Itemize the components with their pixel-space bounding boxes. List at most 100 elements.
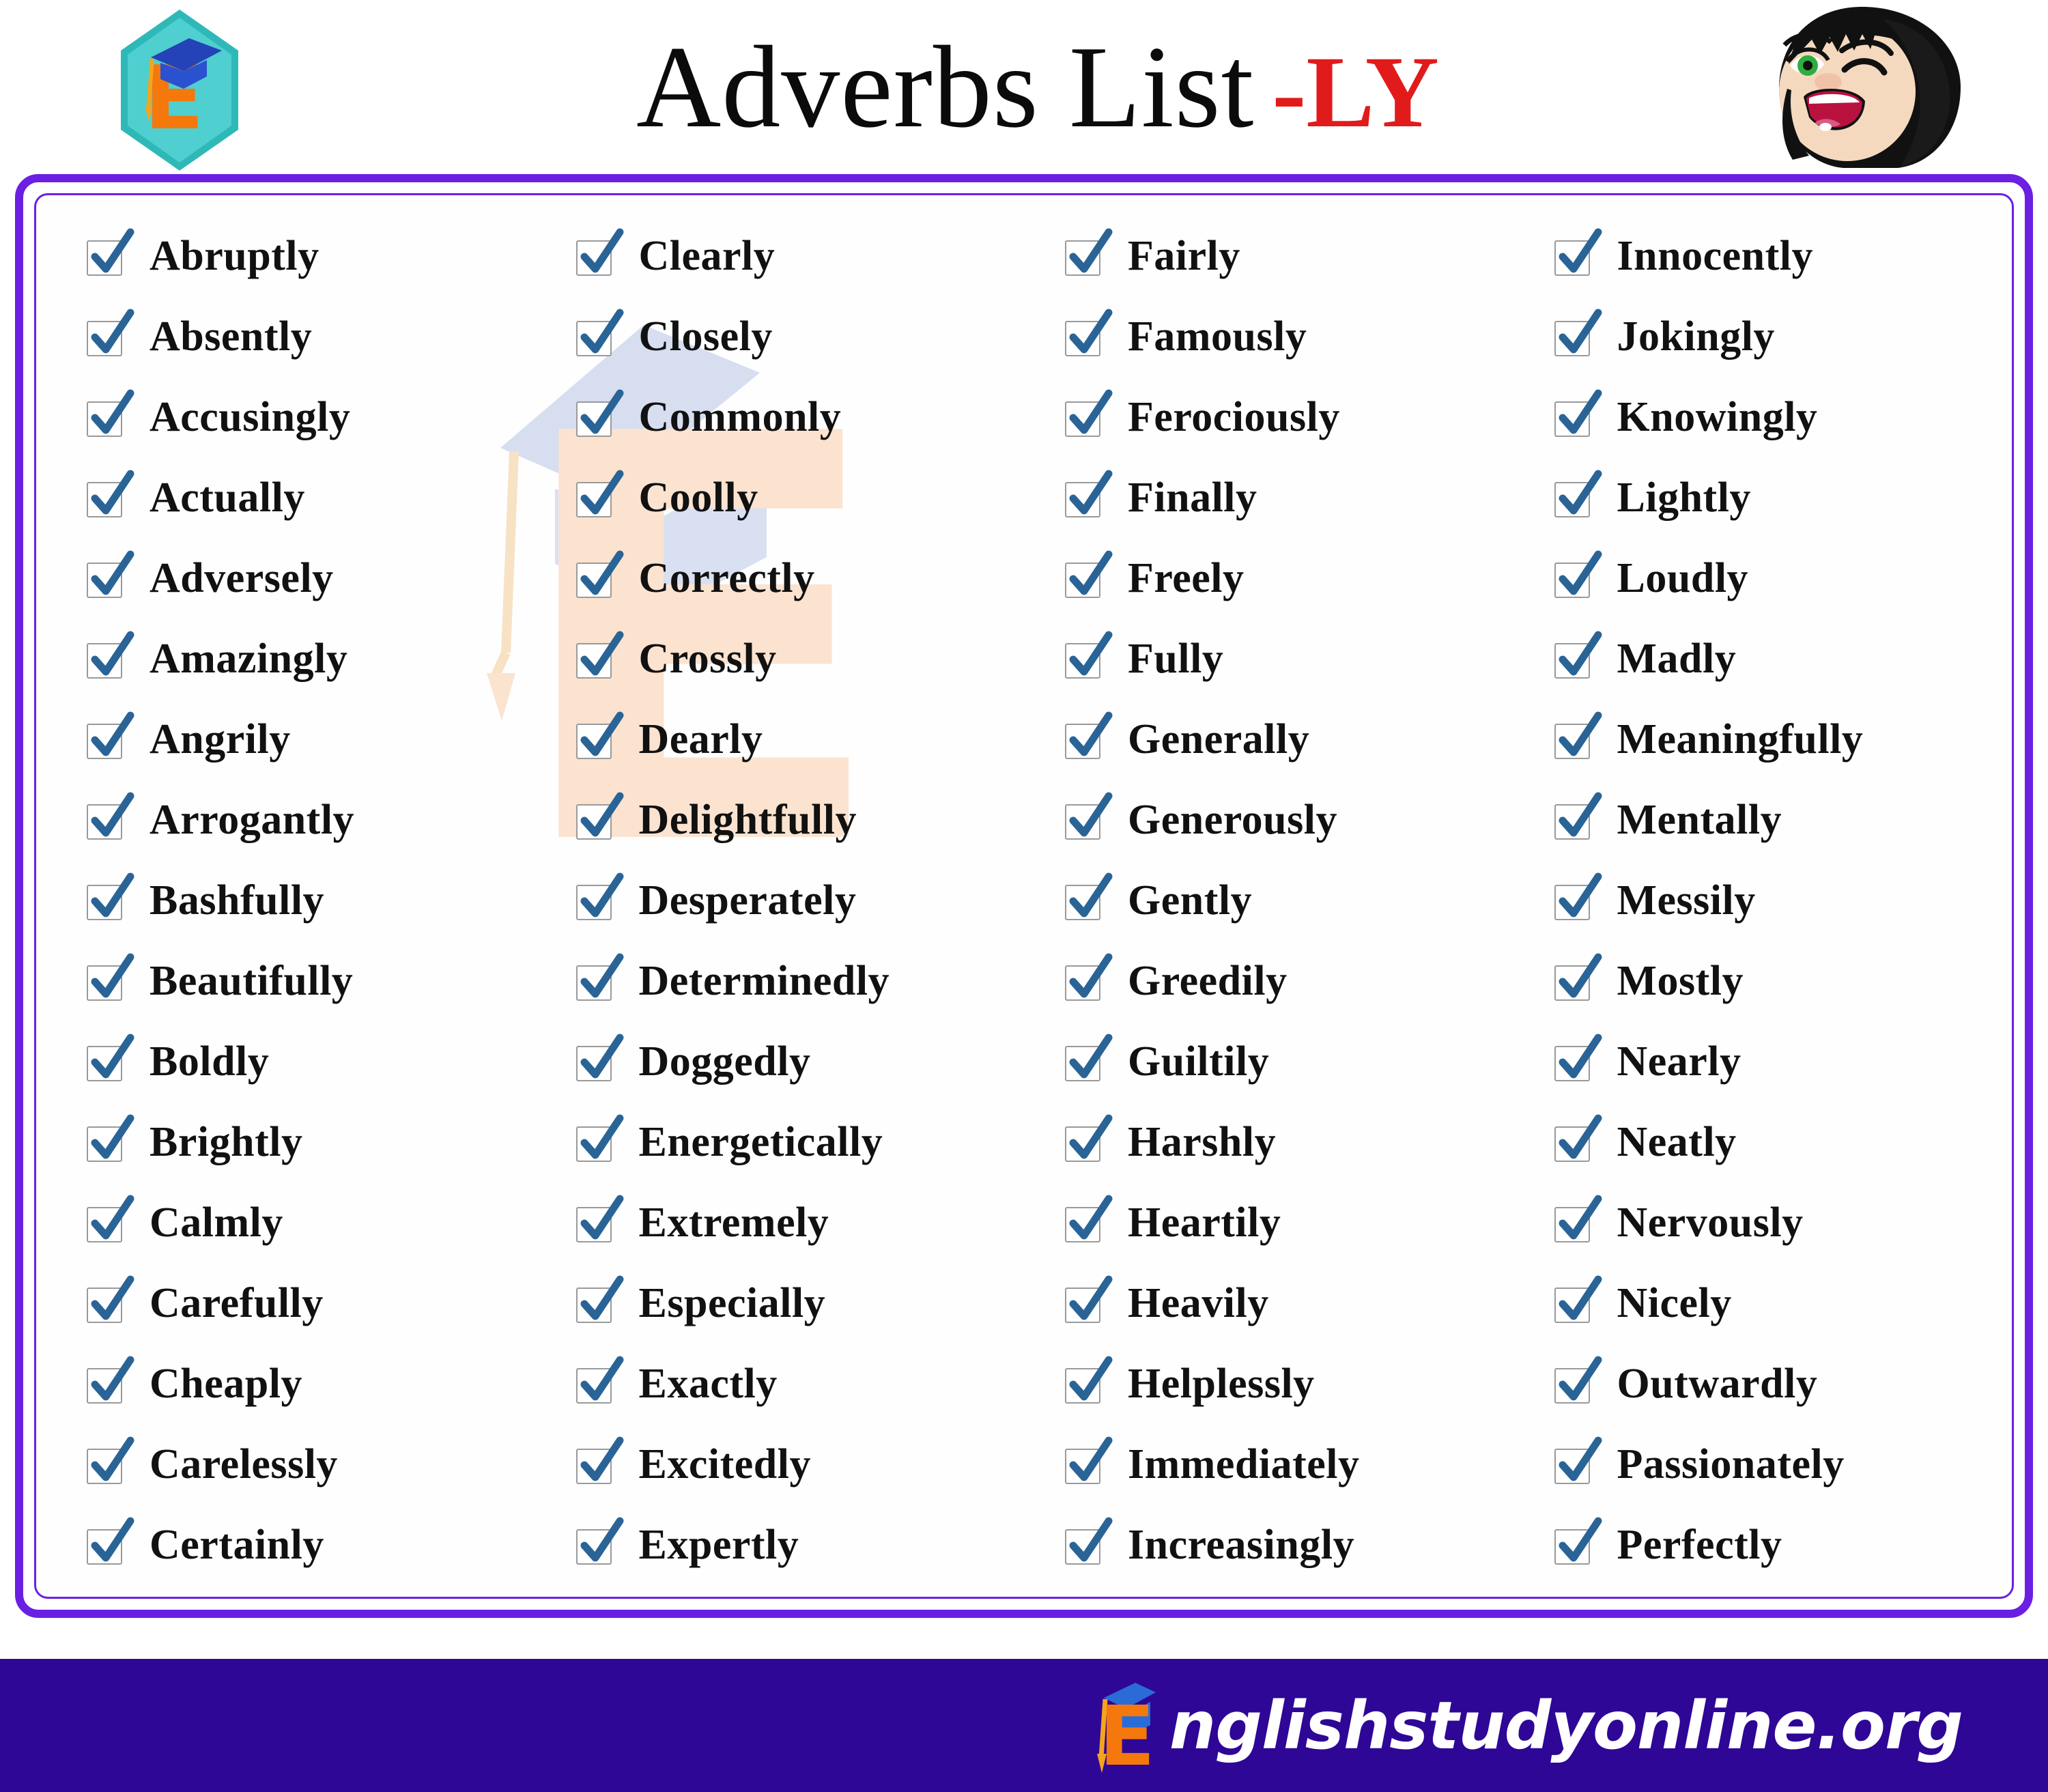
list-item[interactable]: Famously bbox=[1065, 296, 1523, 377]
checkbox-checked-icon[interactable] bbox=[87, 1517, 134, 1565]
list-item[interactable]: Arrogantly bbox=[87, 780, 545, 860]
checkbox-checked-icon[interactable] bbox=[87, 872, 134, 920]
list-item[interactable]: Increasingly bbox=[1065, 1505, 1523, 1585]
list-item[interactable]: Doggedly bbox=[575, 1021, 1034, 1102]
list-item[interactable]: Energetically bbox=[575, 1102, 1034, 1182]
checkbox-checked-icon[interactable] bbox=[575, 631, 623, 679]
checkbox-checked-icon[interactable] bbox=[87, 550, 134, 598]
checkbox-checked-icon[interactable] bbox=[1554, 792, 1602, 840]
list-item[interactable]: Extremely bbox=[575, 1182, 1034, 1263]
checkbox-checked-icon[interactable] bbox=[87, 1034, 134, 1081]
checkbox-checked-icon[interactable] bbox=[1065, 1275, 1113, 1323]
checkbox-checked-icon[interactable] bbox=[575, 1195, 623, 1242]
checkbox-checked-icon[interactable] bbox=[1554, 470, 1602, 517]
checkbox-checked-icon[interactable] bbox=[1554, 1034, 1602, 1081]
list-item[interactable]: Crossly bbox=[575, 618, 1034, 699]
checkbox-checked-icon[interactable] bbox=[1554, 550, 1602, 598]
list-item[interactable]: Delightfully bbox=[575, 780, 1034, 860]
list-item[interactable]: Generously bbox=[1065, 780, 1523, 860]
checkbox-checked-icon[interactable] bbox=[1554, 1356, 1602, 1404]
checkbox-checked-icon[interactable] bbox=[1554, 711, 1602, 759]
checkbox-checked-icon[interactable] bbox=[1065, 711, 1113, 759]
list-item[interactable]: Abruptly bbox=[87, 216, 545, 296]
list-item[interactable]: Fully bbox=[1065, 618, 1523, 699]
checkbox-checked-icon[interactable] bbox=[575, 1275, 623, 1323]
list-item[interactable]: Coolly bbox=[575, 457, 1034, 538]
list-item[interactable]: Outwardly bbox=[1554, 1343, 2013, 1424]
checkbox-checked-icon[interactable] bbox=[87, 792, 134, 840]
list-item[interactable]: Jokingly bbox=[1554, 296, 2013, 377]
list-item[interactable]: Knowingly bbox=[1554, 377, 2013, 457]
list-item[interactable]: Boldly bbox=[87, 1021, 545, 1102]
list-item[interactable]: Mentally bbox=[1554, 780, 2013, 860]
checkbox-checked-icon[interactable] bbox=[575, 550, 623, 598]
checkbox-checked-icon[interactable] bbox=[575, 309, 623, 356]
list-item[interactable]: Gently bbox=[1065, 860, 1523, 941]
list-item[interactable]: Madly bbox=[1554, 618, 2013, 699]
list-item[interactable]: Meaningfully bbox=[1554, 699, 2013, 780]
list-item[interactable]: Correctly bbox=[575, 538, 1034, 618]
list-item[interactable]: Absently bbox=[87, 296, 545, 377]
list-item[interactable]: Loudly bbox=[1554, 538, 2013, 618]
list-item[interactable]: Lightly bbox=[1554, 457, 2013, 538]
list-item[interactable]: Helplessly bbox=[1065, 1343, 1523, 1424]
checkbox-checked-icon[interactable] bbox=[575, 1517, 623, 1565]
checkbox-checked-icon[interactable] bbox=[1065, 1034, 1113, 1081]
checkbox-checked-icon[interactable] bbox=[575, 228, 623, 276]
checkbox-checked-icon[interactable] bbox=[575, 953, 623, 1001]
list-item[interactable]: Amazingly bbox=[87, 618, 545, 699]
checkbox-checked-icon[interactable] bbox=[1065, 631, 1113, 679]
checkbox-checked-icon[interactable] bbox=[87, 1114, 134, 1162]
checkbox-checked-icon[interactable] bbox=[1554, 1114, 1602, 1162]
list-item[interactable]: Angrily bbox=[87, 699, 545, 780]
checkbox-checked-icon[interactable] bbox=[575, 872, 623, 920]
checkbox-checked-icon[interactable] bbox=[87, 1436, 134, 1484]
list-item[interactable]: Nicely bbox=[1554, 1263, 2013, 1343]
list-item[interactable]: Heartily bbox=[1065, 1182, 1523, 1263]
checkbox-checked-icon[interactable] bbox=[1065, 792, 1113, 840]
checkbox-checked-icon[interactable] bbox=[575, 1114, 623, 1162]
checkbox-checked-icon[interactable] bbox=[1554, 1275, 1602, 1323]
checkbox-checked-icon[interactable] bbox=[87, 309, 134, 356]
checkbox-checked-icon[interactable] bbox=[87, 631, 134, 679]
list-item[interactable]: Generally bbox=[1065, 699, 1523, 780]
list-item[interactable]: Greedily bbox=[1065, 941, 1523, 1021]
list-item[interactable]: Carelessly bbox=[87, 1424, 545, 1505]
checkbox-checked-icon[interactable] bbox=[1065, 1195, 1113, 1242]
list-item[interactable]: Excitedly bbox=[575, 1424, 1034, 1505]
list-item[interactable]: Perfectly bbox=[1554, 1505, 2013, 1585]
checkbox-checked-icon[interactable] bbox=[1554, 1436, 1602, 1484]
list-item[interactable]: Neatly bbox=[1554, 1102, 2013, 1182]
checkbox-checked-icon[interactable] bbox=[1065, 470, 1113, 517]
checkbox-checked-icon[interactable] bbox=[575, 792, 623, 840]
checkbox-checked-icon[interactable] bbox=[1554, 631, 1602, 679]
checkbox-checked-icon[interactable] bbox=[87, 1356, 134, 1404]
checkbox-checked-icon[interactable] bbox=[1065, 1114, 1113, 1162]
list-item[interactable]: Calmly bbox=[87, 1182, 545, 1263]
list-item[interactable]: Harshly bbox=[1065, 1102, 1523, 1182]
checkbox-checked-icon[interactable] bbox=[1065, 309, 1113, 356]
list-item[interactable]: Expertly bbox=[575, 1505, 1034, 1585]
list-item[interactable]: Exactly bbox=[575, 1343, 1034, 1424]
list-item[interactable]: Mostly bbox=[1554, 941, 2013, 1021]
list-item[interactable]: Brightly bbox=[87, 1102, 545, 1182]
list-item[interactable]: Passionately bbox=[1554, 1424, 2013, 1505]
list-item[interactable]: Clearly bbox=[575, 216, 1034, 296]
list-item[interactable]: Especially bbox=[575, 1263, 1034, 1343]
list-item[interactable]: Messily bbox=[1554, 860, 2013, 941]
list-item[interactable]: Certainly bbox=[87, 1505, 545, 1585]
checkbox-checked-icon[interactable] bbox=[575, 1356, 623, 1404]
list-item[interactable]: Dearly bbox=[575, 699, 1034, 780]
checkbox-checked-icon[interactable] bbox=[1554, 389, 1602, 437]
list-item[interactable]: Bashfully bbox=[87, 860, 545, 941]
checkbox-checked-icon[interactable] bbox=[87, 389, 134, 437]
list-item[interactable]: Cheaply bbox=[87, 1343, 545, 1424]
list-item[interactable]: Actually bbox=[87, 457, 545, 538]
checkbox-checked-icon[interactable] bbox=[87, 1195, 134, 1242]
checkbox-checked-icon[interactable] bbox=[1554, 1517, 1602, 1565]
list-item[interactable]: Accusingly bbox=[87, 377, 545, 457]
checkbox-checked-icon[interactable] bbox=[87, 711, 134, 759]
checkbox-checked-icon[interactable] bbox=[575, 470, 623, 517]
checkbox-checked-icon[interactable] bbox=[1554, 1195, 1602, 1242]
list-item[interactable]: Finally bbox=[1065, 457, 1523, 538]
